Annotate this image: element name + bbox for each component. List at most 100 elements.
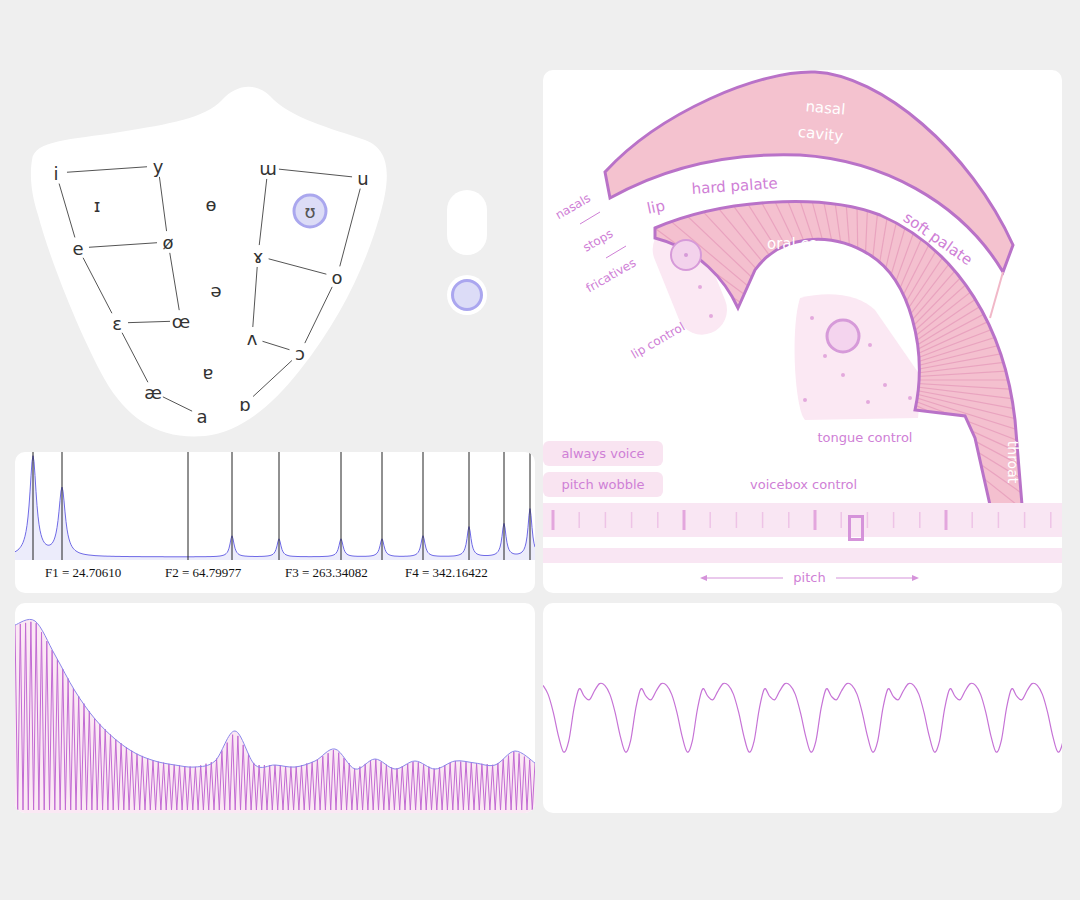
oral-cavity-label: oral ca bbox=[767, 235, 818, 253]
formant-chart bbox=[15, 452, 535, 560]
vowel[interactable]: ɪ bbox=[94, 195, 101, 216]
waveform-chart bbox=[543, 603, 1062, 813]
slider-tick bbox=[578, 512, 580, 528]
vowel[interactable]: ɵ bbox=[205, 194, 216, 215]
vowel-link bbox=[159, 177, 166, 231]
lip-dot bbox=[709, 314, 713, 318]
vowel-link bbox=[163, 397, 192, 411]
vowel-link bbox=[269, 259, 327, 274]
vowel[interactable]: o bbox=[331, 267, 342, 288]
vowel-space-shape bbox=[31, 87, 387, 437]
tongue-dot bbox=[868, 343, 872, 347]
slider-thumb[interactable] bbox=[848, 515, 864, 541]
manner-label[interactable]: nasals bbox=[553, 191, 593, 222]
slider-tick bbox=[631, 512, 633, 528]
manner-label[interactable]: stops bbox=[581, 226, 616, 254]
vowel[interactable]: œ bbox=[172, 311, 190, 332]
soft-palate-label: soft palate bbox=[900, 209, 976, 270]
tongue-dot bbox=[803, 398, 807, 402]
slider-tick bbox=[1050, 512, 1052, 528]
manner-label[interactable]: fricatives bbox=[584, 256, 639, 296]
tongue-control-label: tongue control bbox=[818, 430, 913, 445]
tongue-control-area[interactable] bbox=[795, 294, 922, 420]
spectrum-chart bbox=[15, 603, 535, 813]
slider-tick bbox=[657, 512, 659, 528]
velum-line bbox=[990, 272, 1003, 318]
vowel[interactable]: ɛ bbox=[112, 313, 122, 334]
formant-marker bbox=[423, 452, 424, 560]
slider-tick bbox=[709, 512, 711, 528]
side-buttons bbox=[447, 70, 487, 442]
vowel-link bbox=[259, 179, 267, 245]
svg-text:ə: ə bbox=[210, 280, 221, 301]
vowel-area: i y ɯ u ɪ ɵ ʊ e ø ɤ o ə ɛ œ ʌ ɔ ɐ æ ɒ a bbox=[15, 70, 535, 442]
vowel-link bbox=[262, 341, 289, 349]
pitch-row: pitch bbox=[543, 570, 1062, 585]
formant-marker bbox=[279, 452, 280, 560]
vowel[interactable]: y bbox=[153, 156, 164, 177]
vowel[interactable]: ø bbox=[162, 232, 173, 253]
spectrum-envelope bbox=[15, 619, 535, 769]
toggle-button[interactable]: pitch wobble bbox=[543, 472, 663, 497]
throat-label: throat bbox=[1005, 441, 1021, 484]
pill-button[interactable] bbox=[447, 190, 487, 255]
vowel[interactable]: ə bbox=[210, 280, 221, 301]
svg-text:ɔ: ɔ bbox=[295, 343, 305, 364]
svg-text:o: o bbox=[331, 267, 342, 288]
svg-text:ɵ: ɵ bbox=[205, 194, 216, 215]
vowel[interactable]: i bbox=[53, 163, 58, 184]
vowel-chart[interactable]: i y ɯ u ɪ ɵ ʊ e ø ɤ o ə ɛ œ ʌ ɔ ɐ æ ɒ a bbox=[15, 70, 395, 442]
svg-text:i: i bbox=[53, 163, 58, 184]
slider-tick bbox=[814, 510, 817, 530]
vowel[interactable]: e bbox=[72, 238, 83, 259]
svg-text:a: a bbox=[196, 406, 207, 427]
tract-panel: nasalcavityhard palateliporal casoft pal… bbox=[543, 70, 1062, 593]
svg-text:u: u bbox=[357, 168, 368, 189]
slider-tick bbox=[840, 512, 842, 528]
vowel[interactable]: ʌ bbox=[247, 328, 258, 349]
vowel-link bbox=[170, 253, 179, 310]
tongue-dot bbox=[866, 400, 870, 404]
vowel-link bbox=[340, 189, 360, 267]
voicebox-slider[interactable] bbox=[543, 503, 1062, 537]
formant-marker bbox=[232, 452, 233, 560]
formant-label: F2 = 64.79977 bbox=[165, 565, 285, 581]
formant-labels: F1 = 24.70610F2 = 64.79977F3 = 263.34082… bbox=[15, 560, 535, 581]
slider-tick bbox=[998, 512, 1000, 528]
svg-text:æ: æ bbox=[144, 382, 162, 403]
vowel[interactable]: ʊ bbox=[294, 195, 326, 227]
waveform-line bbox=[543, 683, 1062, 752]
slider-tick bbox=[893, 512, 895, 528]
dot-indicator bbox=[451, 279, 483, 311]
formant-marker bbox=[33, 452, 34, 560]
vowel[interactable]: ɐ bbox=[203, 362, 214, 383]
slider-tick bbox=[683, 510, 686, 530]
vowel[interactable]: ɒ bbox=[239, 394, 250, 415]
svg-text:ɒ: ɒ bbox=[239, 394, 250, 415]
formant-panel: F1 = 24.70610F2 = 64.79977F3 = 263.34082… bbox=[15, 452, 535, 593]
pitch-slider[interactable] bbox=[543, 548, 1062, 563]
vowel[interactable]: u bbox=[357, 168, 368, 189]
svg-text:ɤ: ɤ bbox=[253, 246, 264, 267]
vowel-link bbox=[59, 184, 75, 238]
svg-text:e: e bbox=[72, 238, 83, 259]
vowel[interactable]: a bbox=[196, 406, 207, 427]
tongue-dot bbox=[823, 354, 827, 358]
lip-handle[interactable] bbox=[671, 240, 701, 270]
formant-curve bbox=[15, 456, 535, 557]
vowel[interactable]: æ bbox=[144, 382, 162, 403]
vowel[interactable]: ɯ bbox=[259, 158, 277, 179]
toggle-button[interactable]: always voice bbox=[543, 441, 663, 466]
svg-text:ø: ø bbox=[162, 232, 173, 253]
slider-tick bbox=[971, 512, 973, 528]
tongue-handle[interactable] bbox=[827, 320, 859, 352]
vowel[interactable]: ɤ bbox=[253, 246, 264, 267]
right-arrow-icon bbox=[836, 573, 919, 583]
tongue-dot bbox=[908, 396, 912, 400]
svg-text:ɯ: ɯ bbox=[259, 158, 277, 179]
dot-button[interactable] bbox=[447, 275, 487, 315]
vowel[interactable]: ɔ bbox=[295, 343, 305, 364]
slider-tick bbox=[736, 512, 738, 528]
formant-label: F4 = 342.16422 bbox=[405, 565, 525, 581]
manner-separator bbox=[606, 246, 626, 258]
